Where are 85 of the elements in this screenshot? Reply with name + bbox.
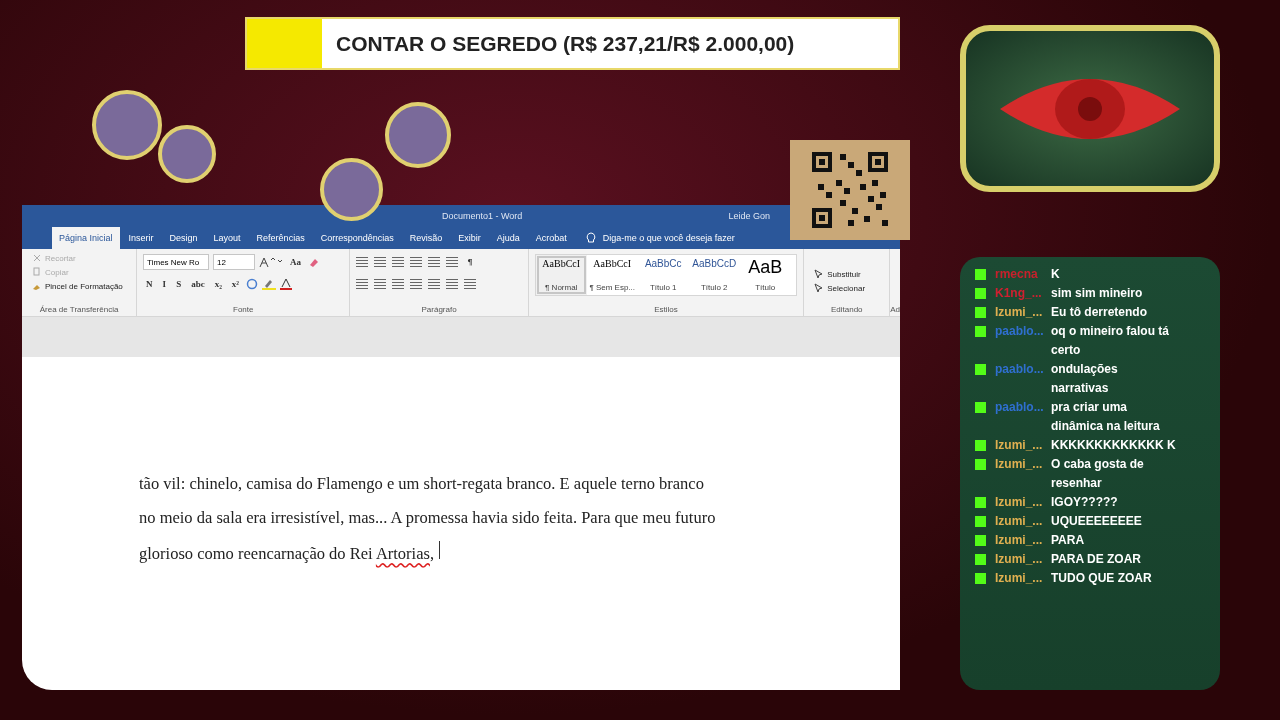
format-button[interactable]: x₂ [211,278,225,290]
badge-icon [975,402,986,413]
chat-message: TUDO QUE ZOAR [1051,570,1153,587]
ribbon-tab[interactable]: Referências [249,227,312,249]
window-title: Documento1 - Word [442,211,523,221]
qr-code-icon [810,150,890,230]
group-label: Área de Transferência [38,305,120,316]
format-button[interactable]: S [173,278,185,290]
user-name: Leide Gon [728,211,770,221]
document-text: tão vil: chinelo, camisa do Flamengo e um short-regata branco. E aquele terno branco [139,474,705,495]
chat-message: PARA [1051,532,1086,549]
chat-username: paablo... [995,361,1045,378]
clipboard-button[interactable]: Pincel de Formatação [28,280,131,292]
group-label: Parágrafo [420,305,458,316]
change-case-button[interactable]: Aa [287,256,305,268]
pointer-icon [814,269,825,279]
badge-icon [975,364,986,375]
show-marks-button[interactable]: ¶ [464,256,476,268]
chat-message: O caba gosta de resenhar [1051,456,1145,492]
group-label: Estilos [653,305,679,316]
group-label: Fonte [232,305,255,316]
chat-username: Izumi_... [995,494,1044,511]
badge-icon [975,516,986,527]
format-button[interactable]: I [159,278,170,290]
ribbon-tab[interactable]: Revisão [402,227,450,249]
copy-icon [32,267,42,277]
chat-username: Izumi_... [995,304,1044,321]
group-label: Ad [890,305,900,316]
chat-message: IGOY????? [1051,494,1119,511]
format-button[interactable]: x² [228,278,243,290]
chat-username: K1ng_... [995,285,1043,302]
banner-title: CONTAR O SEGREDO (R$ 237,21/R$ 2.000,00) [336,31,795,56]
lightbulb-icon [585,232,596,244]
badge-icon [975,535,986,546]
badge-icon [975,269,986,280]
format-button[interactable]: abc [188,278,208,290]
chat-message: KKKKKKKKKKKKK K [1051,437,1176,454]
editing-button[interactable]: Substituir [810,268,884,280]
ribbon-tab[interactable]: Inserir [121,227,161,249]
pointer-icon [814,283,825,293]
chat-username: rmecna [995,266,1039,283]
avatar-circle [158,125,216,183]
ribbon-tab[interactable]: Exibir [451,227,488,249]
ribbon-tab[interactable]: Design [162,227,205,249]
badge-icon [975,440,986,451]
chat-message: K [1051,266,1061,283]
tell-me-field[interactable]: Diga-me o que você deseja fazer [600,232,765,244]
ribbon-tab[interactable]: Página Inicial [52,227,120,249]
chat-message: Eu tô derretendo [1051,304,1148,321]
chat-username: Izumi_... [995,570,1044,587]
chat-username: paablo... [995,399,1045,416]
chat-username: Izumi_... [995,513,1044,530]
chat-message: PARA DE ZOAR [1051,551,1142,568]
editing-button[interactable]: Selecionar [810,282,884,294]
eraser-icon[interactable] [308,256,321,268]
document-text: glorioso como reencarnação do Rei Artorias, [139,541,900,575]
group-label: Editando [829,305,864,316]
font-name-field[interactable]: Times New Ro [143,254,210,270]
font-size-arrows-icon[interactable] [259,256,284,268]
format-button[interactable]: N [143,278,156,290]
chat-username: Izumi_... [995,456,1044,473]
badge-icon [975,307,986,318]
ribbon-tab[interactable]: Correspondências [313,227,401,249]
ribbon-tab[interactable]: Layout [206,227,248,249]
font-size-field[interactable]: 12 [213,254,256,270]
document-text: no meio da sala era irresistível, mas... A promessa havia sido feita. Para que meu futuro [139,507,717,529]
chat-message: UQUEEEEEEEE [1051,513,1143,530]
chat-username: Izumi_... [995,532,1044,549]
chat-username: paablo... [995,323,1045,340]
chat-message: pra criar uma dinâmica na leitura [1051,399,1161,435]
badge-icon [975,326,986,337]
text-cursor [439,541,441,559]
badge-icon [975,459,986,470]
highlighter-icon[interactable] [262,278,277,290]
badge-icon [975,288,986,299]
badge-icon [975,497,986,508]
badge-icon [975,554,986,565]
font-color-icon[interactable] [280,278,293,290]
chat-username: Izumi_... [995,551,1044,568]
ribbon-tab[interactable]: Ajuda [489,227,527,249]
chat-username: Izumi_... [995,437,1044,454]
ribbon-tab[interactable]: Acrobat [528,227,574,249]
chat-message: sim sim mineiro [1051,285,1144,302]
style-option[interactable]: AaBbCcI ¶ Normal [535,255,587,295]
badge-icon [975,573,986,584]
